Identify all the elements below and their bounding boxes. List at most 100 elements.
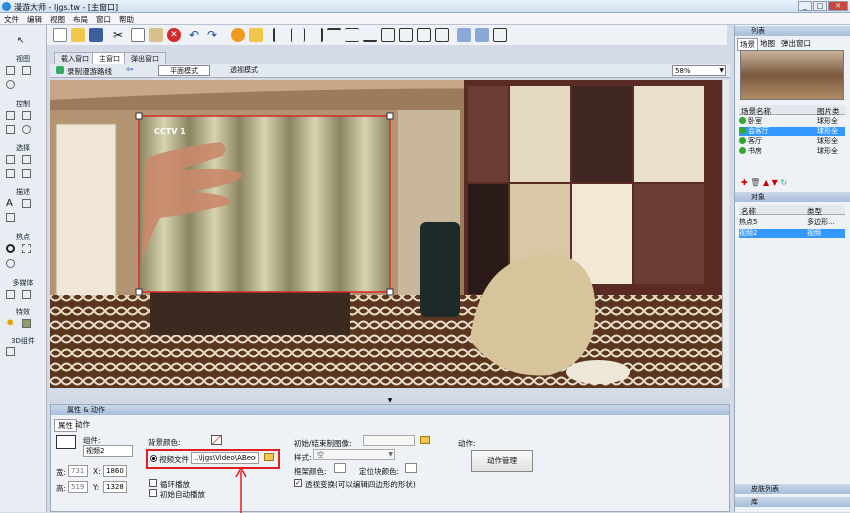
align-left-icon[interactable] [273,28,287,42]
cut-icon[interactable]: ✂ [113,28,127,42]
sun-effect-icon[interactable]: ✸ [6,319,15,329]
panorama-viewport[interactable]: CCTV 1 [50,80,722,388]
undo-icon[interactable]: ↶ [189,28,203,42]
init-image-field[interactable] [363,435,415,446]
record-route-button[interactable]: 录制漫游路线 [67,66,112,77]
tab-load-window[interactable]: 载入窗口 [54,52,96,64]
align-bottom-icon[interactable] [363,28,377,42]
align-middle-icon[interactable] [345,28,359,42]
select-combo-icon[interactable] [22,155,31,164]
control-button-icon[interactable] [6,111,15,120]
viewport-scrollbar[interactable] [722,80,729,388]
bring-front-icon[interactable] [457,28,471,42]
paste-icon[interactable] [149,28,163,42]
init-image-folder-icon[interactable] [420,436,430,444]
3d-object-icon[interactable] [6,347,15,356]
pointer-icon[interactable]: ↖ [17,36,26,46]
select-radio-icon[interactable] [22,169,31,178]
object-row-selected[interactable]: 视频2 视频 [739,229,845,238]
border-color-swatch[interactable] [334,463,346,473]
copy-icon[interactable] [131,28,145,42]
select-check-icon[interactable] [6,169,15,178]
hotspot-polygon-icon[interactable] [22,244,31,253]
skin-list-header[interactable]: 皮肤列表 [735,484,850,494]
view-image-icon[interactable] [22,66,31,75]
tab-main-window[interactable]: 主窗口 [92,52,127,64]
perspective-checkbox[interactable]: ✓ [294,479,302,487]
redo-icon[interactable]: ↷ [207,28,221,42]
align-right-icon[interactable] [309,28,323,42]
scene-row-selected[interactable]: 会客厅 球形全 [739,127,845,136]
media-video-icon[interactable] [22,290,31,299]
component-name-input[interactable] [83,445,133,457]
refresh-icon[interactable]: ↻ [780,178,787,187]
hotspot-point-icon[interactable] [6,244,15,253]
play-icon[interactable] [231,28,245,42]
action-manage-button[interactable]: 动作管理 [471,450,533,472]
y-input[interactable] [103,481,127,493]
align-top-icon[interactable] [327,28,341,42]
save-icon[interactable] [89,28,103,42]
zoom-select[interactable]: 58% ▼ [672,65,726,76]
align-center-icon[interactable] [291,28,305,42]
grid-icon[interactable] [493,28,507,42]
tab-map[interactable]: 地图 [760,38,775,49]
autoplay-checkbox[interactable] [149,489,157,497]
x-input[interactable] [103,465,127,477]
scene-row[interactable]: 客厅 球形全 [739,137,845,146]
browse-folder-icon[interactable] [264,453,274,461]
tab-properties[interactable]: 属性 [54,419,77,432]
tab-actions[interactable]: 动作 [75,419,90,430]
tab-popups[interactable]: 弹出窗口 [781,38,811,49]
publish-icon[interactable] [249,28,263,42]
loop-checkbox[interactable] [149,479,157,487]
skin-list-title: 皮肤列表 [751,485,779,493]
style-chevron-down-icon: ▼ [388,451,393,458]
back-arrow-icon[interactable]: ⇦ [126,65,134,75]
flat-mode-button[interactable]: 平面模式 [158,65,210,76]
control-panel-icon[interactable] [22,111,31,120]
scene-row[interactable]: 卧室 球形全 [739,117,845,126]
effect-image-icon[interactable] [22,319,31,328]
view-rect-icon[interactable] [6,66,15,75]
bg-color-swatch[interactable] [211,435,222,445]
same-size-icon[interactable] [417,28,431,42]
init-image-label: 初始/结束制图像: [294,439,352,448]
check-icon: ✓ [295,479,301,487]
control-slider-icon[interactable] [6,125,15,134]
style-select[interactable]: 空 ▼ [313,449,395,460]
object-row[interactable]: 热点5 多边形... [739,218,845,227]
same-width-icon[interactable] [381,28,395,42]
open-folder-icon[interactable] [71,28,85,42]
media-audio-icon[interactable] [6,290,15,299]
perspective-mode-button[interactable]: 透视模式 [218,65,270,76]
delete-scene-icon[interactable]: 🗑 [750,178,760,187]
width-input[interactable] [68,465,88,477]
video-file-path-input[interactable] [191,452,259,464]
view-circle-icon[interactable] [6,80,15,89]
pos-color-swatch[interactable] [405,463,417,473]
control-knob-icon[interactable] [22,125,31,134]
maximize-button[interactable]: □ [813,1,827,11]
textbox-icon[interactable] [22,199,31,208]
distribute-icon[interactable] [435,28,449,42]
height-input[interactable] [68,481,88,493]
scene-row[interactable]: 书房 球形全 [739,147,845,156]
new-file-icon[interactable] [53,28,67,42]
video-file-radio[interactable] [150,455,157,462]
tab-popup-window[interactable]: 弹出窗口 [124,52,166,64]
properties-header: 属性 & 动作 [51,405,729,415]
move-up-icon[interactable]: ▲ [763,178,769,187]
library-header[interactable]: 库 [735,497,850,507]
close-button[interactable]: ✕ [828,1,848,11]
same-height-icon[interactable] [399,28,413,42]
text-icon[interactable]: A [6,199,15,209]
label-icon[interactable] [6,213,15,222]
send-back-icon[interactable] [475,28,489,42]
hotspot-circle-icon[interactable] [6,259,15,268]
delete-icon[interactable]: ✕ [167,28,181,42]
add-scene-icon[interactable]: ✚ [741,178,748,187]
minimize-button[interactable]: _ [798,1,812,11]
move-down-icon[interactable]: ▼ [772,178,778,187]
select-list-icon[interactable] [6,155,15,164]
